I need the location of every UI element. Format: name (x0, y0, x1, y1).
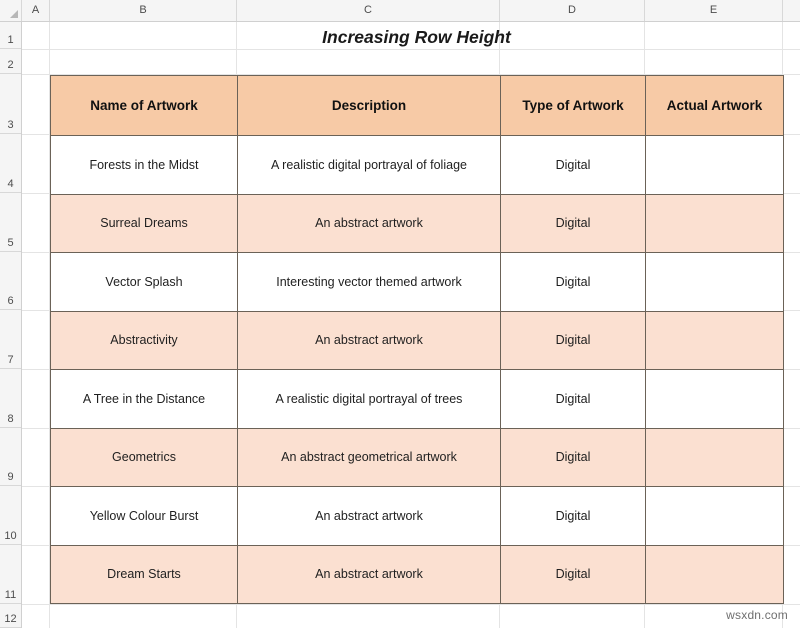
row-header-label: 2 (7, 59, 14, 71)
column-header-e[interactable]: E (645, 0, 783, 21)
row-header-4[interactable]: 4 (0, 134, 21, 193)
column-header-a[interactable]: A (22, 0, 50, 21)
cell-description[interactable]: Interesting vector themed artwork (237, 252, 501, 312)
row-header-label: 3 (7, 119, 14, 131)
cell-type[interactable]: Digital (500, 486, 646, 546)
cell-type[interactable]: Digital (500, 252, 646, 312)
table-row[interactable]: A Tree in the Distance A realistic digit… (50, 369, 784, 429)
row-header-9[interactable]: 9 (0, 428, 21, 486)
row-header-2[interactable]: 2 (0, 49, 21, 74)
table-row[interactable]: Forests in the Midst A realistic digital… (50, 135, 784, 195)
row-header-label: 1 (7, 34, 14, 46)
column-header-strip: A B C D E (0, 0, 800, 22)
column-header-description: Description (237, 75, 501, 136)
cell-type[interactable]: Digital (500, 544, 646, 604)
row-header-label: 11 (4, 589, 17, 601)
column-header-actual-artwork: Actual Artwork (645, 75, 784, 136)
row-header-label: 7 (7, 354, 14, 366)
row-header-6[interactable]: 6 (0, 252, 21, 310)
cell-name[interactable]: Surreal Dreams (50, 193, 238, 253)
cell-artwork[interactable] (645, 486, 784, 546)
page-title: Increasing Row Height (322, 27, 511, 47)
cell-name[interactable]: Dream Starts (50, 544, 238, 604)
cell-type[interactable]: Digital (500, 369, 646, 429)
column-header-d[interactable]: D (500, 0, 645, 21)
cell-name[interactable]: A Tree in the Distance (50, 369, 238, 429)
column-header-name-of-artwork: Name of Artwork (50, 75, 238, 136)
row-header-7[interactable]: 7 (0, 310, 21, 369)
column-header-b[interactable]: B (50, 0, 237, 21)
cell-name[interactable]: Forests in the Midst (50, 135, 238, 195)
grid-line-horizontal (22, 604, 800, 605)
table-row[interactable]: Abstractivity An abstract artwork Digita… (50, 310, 784, 370)
table-header-row: Name of Artwork Description Type of Artw… (50, 75, 784, 136)
row-header-label: 8 (7, 413, 14, 425)
row-header-label: 9 (7, 471, 14, 483)
table-row[interactable]: Geometrics An abstract geometrical artwo… (50, 427, 784, 487)
cell-description[interactable]: An abstract artwork (237, 310, 501, 370)
cell-artwork[interactable] (645, 193, 784, 253)
cell-description[interactable]: An abstract geometrical artwork (237, 427, 501, 487)
spreadsheet-canvas: Increasing Row Height Name of Artwork De… (0, 0, 800, 628)
column-header-type-of-artwork: Type of Artwork (500, 75, 646, 136)
table-row[interactable]: Vector Splash Interesting vector themed … (50, 252, 784, 312)
row-header-label: 6 (7, 295, 14, 307)
cell-type[interactable]: Digital (500, 427, 646, 487)
row-header-label: 4 (7, 178, 14, 190)
row-header-label: 12 (4, 613, 17, 625)
cell-description[interactable]: An abstract artwork (237, 544, 501, 604)
cell-name[interactable]: Yellow Colour Burst (50, 486, 238, 546)
cell-name[interactable]: Vector Splash (50, 252, 238, 312)
watermark-text: wsxdn.com (726, 608, 788, 622)
table-row[interactable]: Yellow Colour Burst An abstract artwork … (50, 486, 784, 546)
row-header-5[interactable]: 5 (0, 193, 21, 252)
artwork-table: Name of Artwork Description Type of Artw… (50, 75, 784, 604)
cell-artwork[interactable] (645, 310, 784, 370)
row-header-12[interactable]: 12 (0, 604, 21, 628)
row-header-10[interactable]: 10 (0, 486, 21, 545)
cell-name[interactable]: Geometrics (50, 427, 238, 487)
cell-artwork[interactable] (645, 427, 784, 487)
cell-description[interactable]: A realistic digital portrayal of trees (237, 369, 501, 429)
row-header-8[interactable]: 8 (0, 369, 21, 428)
cell-artwork[interactable] (645, 544, 784, 604)
cell-type[interactable]: Digital (500, 135, 646, 195)
column-header-c[interactable]: C (237, 0, 500, 21)
select-all-corner[interactable] (0, 0, 22, 21)
cell-artwork[interactable] (645, 369, 784, 429)
cell-description[interactable]: A realistic digital portrayal of foliage (237, 135, 501, 195)
cell-description[interactable]: An abstract artwork (237, 193, 501, 253)
table-row[interactable]: Dream Starts An abstract artwork Digital (50, 544, 784, 604)
cell-artwork[interactable] (645, 252, 784, 312)
select-all-triangle-icon (10, 10, 18, 18)
row-header-label: 5 (7, 237, 14, 249)
cell-description[interactable]: An abstract artwork (237, 486, 501, 546)
row-header-label: 10 (4, 530, 17, 542)
cell-artwork[interactable] (645, 135, 784, 195)
row-header-strip: 1 2 3 4 5 6 7 8 9 10 11 12 (0, 22, 22, 628)
row-header-1[interactable]: 1 (0, 22, 21, 49)
row-header-3[interactable]: 3 (0, 74, 21, 134)
row-header-11[interactable]: 11 (0, 545, 21, 604)
cell-name[interactable]: Abstractivity (50, 310, 238, 370)
cell-type[interactable]: Digital (500, 310, 646, 370)
cell-type[interactable]: Digital (500, 193, 646, 253)
table-row[interactable]: Surreal Dreams An abstract artwork Digit… (50, 193, 784, 253)
